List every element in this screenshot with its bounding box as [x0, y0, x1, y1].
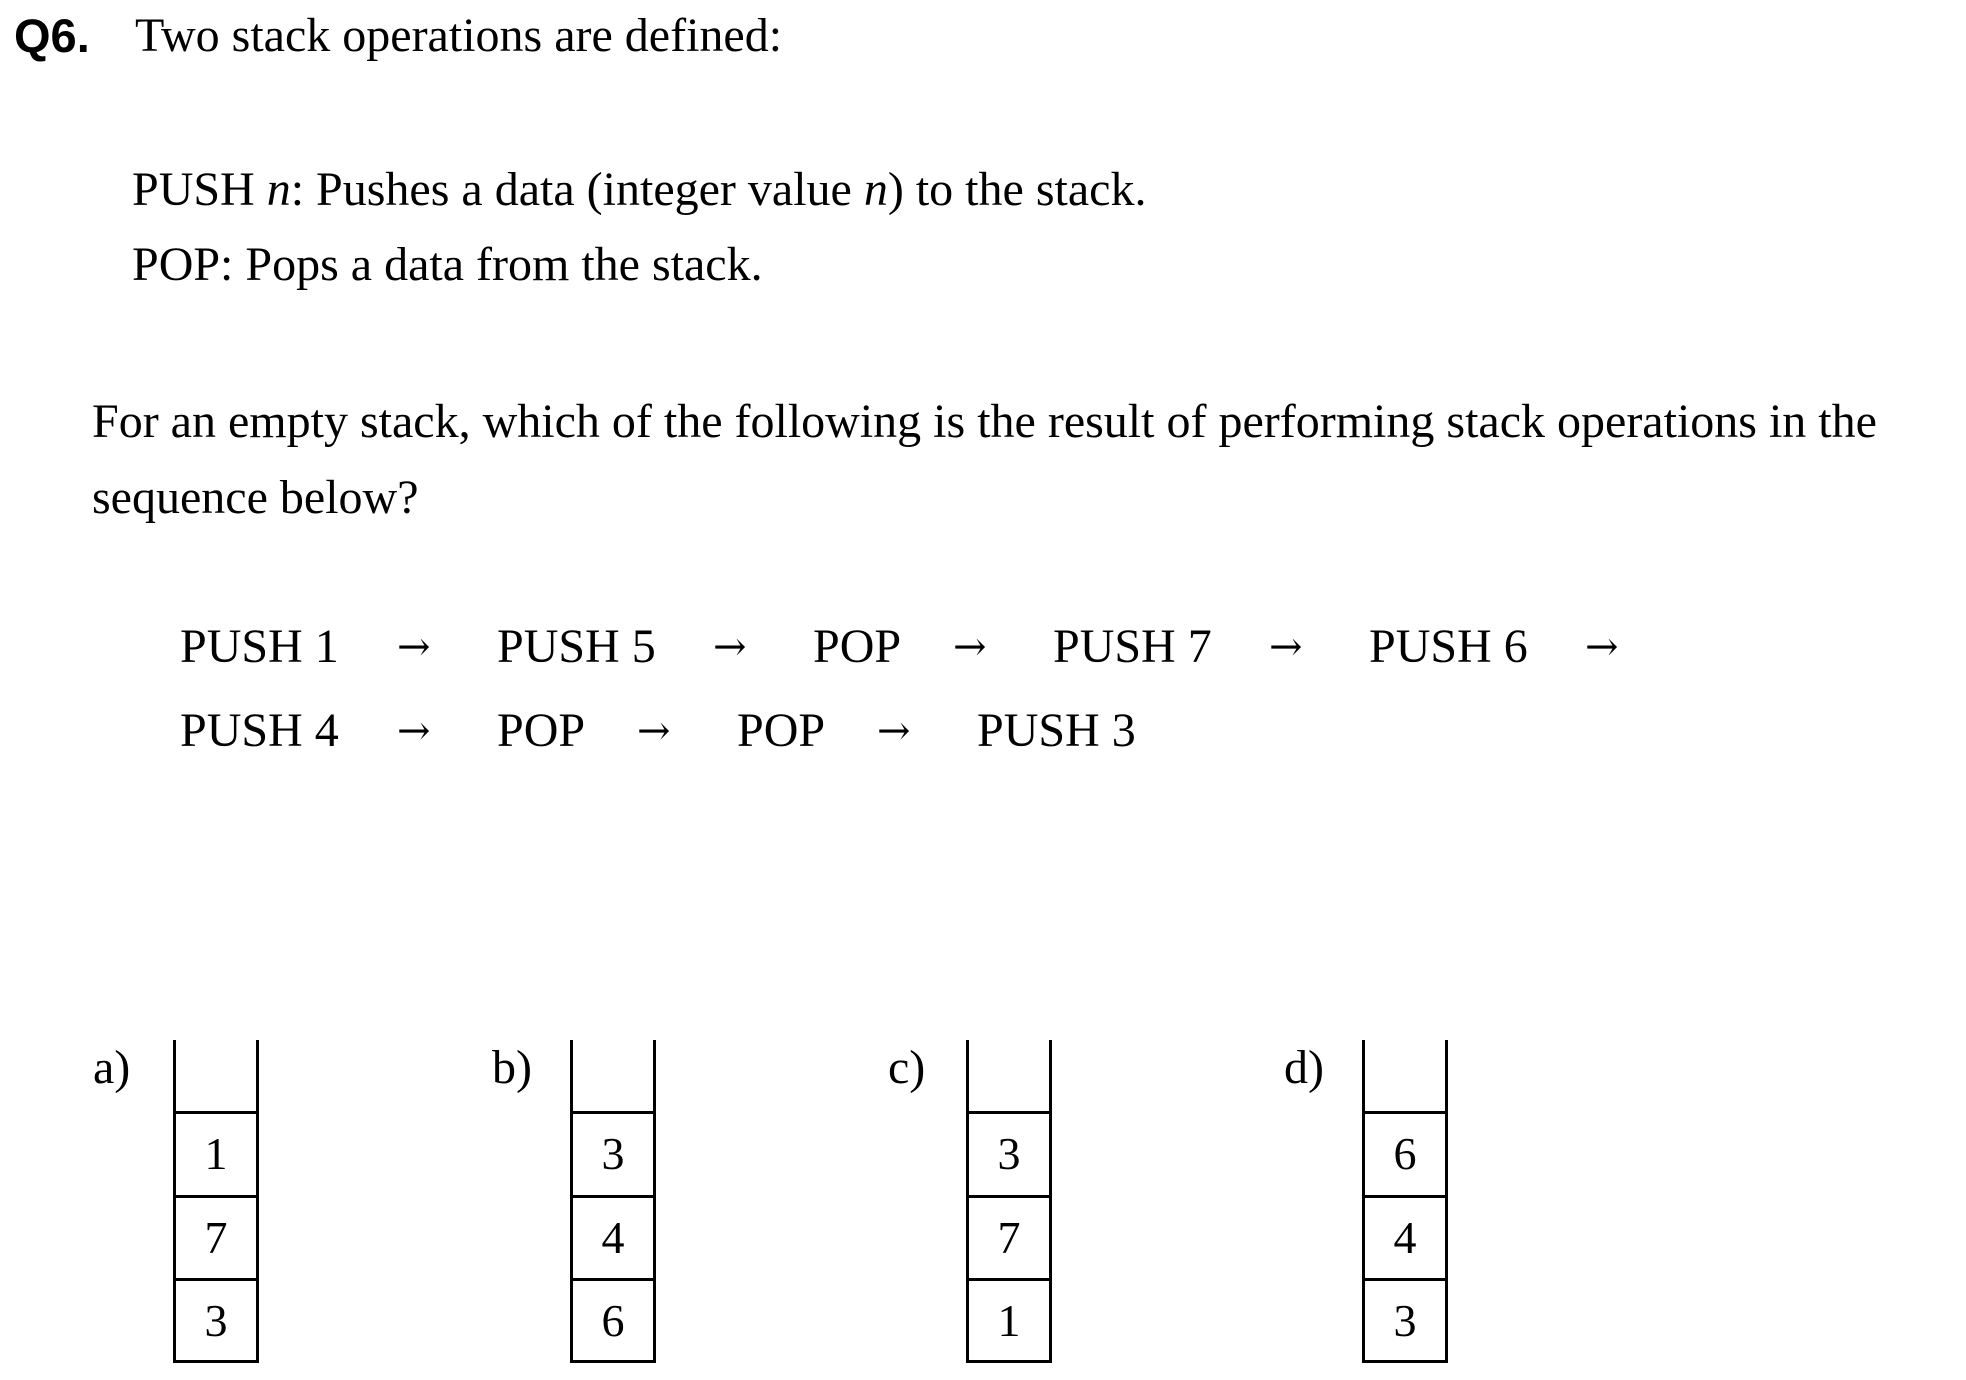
- stack-cell: 4: [1365, 1195, 1445, 1278]
- stack-cell: 6: [1365, 1111, 1445, 1194]
- stack-cell: 3: [573, 1111, 653, 1194]
- choice-a[interactable]: a) 1 7 3: [93, 1040, 433, 1370]
- operation-sequence-row-2: PUSH 4 → POP → POP → PUSH 3: [0, 701, 1966, 761]
- operation: POP: [497, 704, 586, 757]
- choice-b[interactable]: b) 3 4 6: [492, 1040, 832, 1370]
- operation: PUSH 7: [1053, 620, 1212, 673]
- arrow-icon: →: [397, 624, 431, 670]
- arrow-icon: →: [1269, 624, 1303, 670]
- stack-cell: 6: [573, 1278, 653, 1361]
- stack-cell: 3: [176, 1278, 256, 1361]
- definition-push-term: PUSH: [132, 163, 267, 216]
- choice-c-label: c): [888, 1041, 926, 1094]
- arrow-icon: →: [713, 624, 747, 670]
- stack-diagram-b: 3 4 6: [570, 1040, 656, 1363]
- choice-b-label: b): [492, 1041, 532, 1094]
- operation: PUSH 5: [497, 620, 656, 673]
- stack-cell: 1: [176, 1111, 256, 1194]
- stack-cell: 3: [969, 1111, 1049, 1194]
- question-number: Q6.: [14, 9, 90, 62]
- question-prompt: For an empty stack, which of the followi…: [92, 395, 1877, 524]
- stack-cell: 1: [969, 1278, 1049, 1361]
- definition-pop: POP: Pops a data from the stack.: [132, 238, 763, 291]
- operation: PUSH 1: [180, 620, 339, 673]
- definition-push-text-b: ) to the stack.: [887, 163, 1147, 216]
- arrow-icon: →: [637, 708, 671, 754]
- arrow-icon: →: [877, 708, 911, 754]
- arrow-icon: →: [397, 708, 431, 754]
- definition-push-var-2: n: [863, 163, 888, 216]
- question-title: Two stack operations are defined:: [135, 9, 783, 62]
- choice-d-label: d): [1284, 1041, 1324, 1094]
- operation: PUSH 6: [1369, 620, 1528, 673]
- operation: POP: [737, 704, 826, 757]
- definition-push-var: n: [266, 163, 291, 216]
- stack-cell: 4: [573, 1195, 653, 1278]
- operation: PUSH 4: [180, 704, 339, 757]
- stack-cell: 3: [1365, 1278, 1445, 1361]
- arrow-icon: →: [1585, 624, 1619, 670]
- stack-diagram-c: 3 7 1: [966, 1040, 1052, 1363]
- arrow-icon: →: [953, 624, 987, 670]
- stack-diagram-a: 1 7 3: [173, 1040, 259, 1363]
- definition-push: PUSH n: Pushes a data (integer value n) …: [132, 162, 1146, 218]
- stack-diagram-d: 6 4 3: [1362, 1040, 1448, 1363]
- choice-a-label: a): [93, 1041, 131, 1094]
- choice-d[interactable]: d) 6 4 3: [1284, 1040, 1624, 1370]
- choice-c[interactable]: c) 3 7 1: [888, 1040, 1228, 1370]
- operation-sequence-row-1: PUSH 1 → PUSH 5 → POP → PUSH 7 → PUSH 6 …: [0, 617, 1966, 677]
- stack-cell: 7: [969, 1195, 1049, 1278]
- operation: POP: [813, 620, 902, 673]
- stack-cell: 7: [176, 1195, 256, 1278]
- operation: PUSH 3: [977, 704, 1136, 757]
- definition-push-text-a: : Pushes a data (integer value: [290, 163, 864, 216]
